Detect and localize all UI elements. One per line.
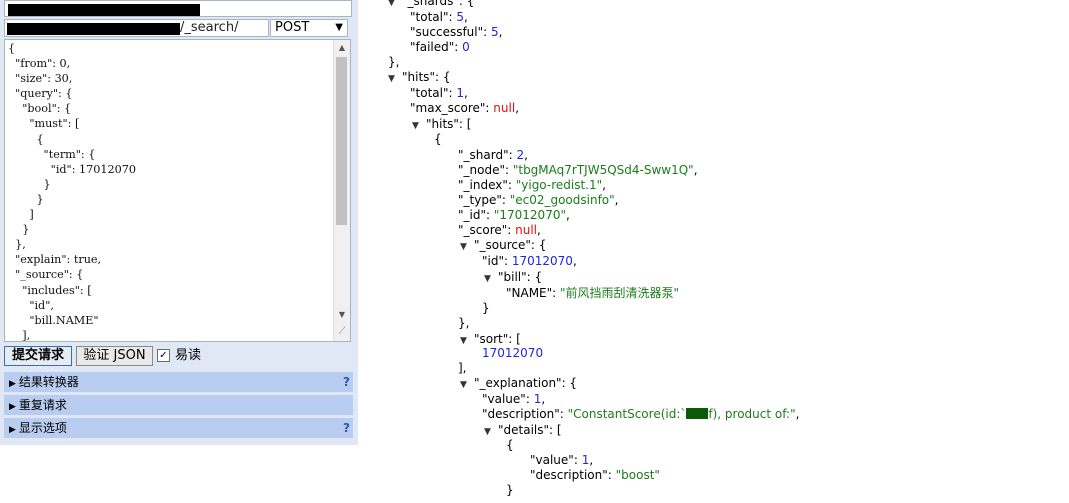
request-path-text: /_search/ — [180, 20, 239, 35]
json-row: ], — [458, 361, 467, 375]
scrollbar-thumb[interactable] — [336, 57, 347, 225]
collapse-toggle-icon[interactable]: ▼ — [388, 72, 402, 87]
json-row: "total": 5, — [410, 10, 468, 24]
validate-json-button[interactable]: 验证 JSON — [76, 346, 153, 366]
http-method-select[interactable]: POST ▼ — [270, 19, 348, 37]
submit-request-button[interactable]: 提交请求 — [4, 346, 72, 366]
scroll-down-arrow-icon[interactable]: ▼ — [334, 307, 350, 323]
binary-glyph-icon — [686, 408, 709, 419]
json-row: "_node": "tbgMAq7rTJW5QSd4-Sww1Q", — [458, 163, 698, 177]
collapse-toggle-icon[interactable]: ▼ — [484, 272, 498, 287]
collapse-toggle-icon[interactable]: ▼ — [460, 378, 474, 393]
redacted-host — [8, 4, 200, 16]
resize-grip-icon[interactable]: ⟋ — [335, 326, 349, 340]
json-source-row: ▼ "_source": { — [460, 238, 546, 255]
chevron-down-icon: ▼ — [335, 22, 343, 33]
help-icon[interactable]: ? — [343, 418, 350, 438]
triangle-right-icon: ▶ — [9, 379, 16, 389]
section-label: 重复请求 — [18, 398, 67, 412]
json-row: { — [434, 132, 442, 146]
json-row: "description": "ConstantScore(id:` f), pr… — [482, 407, 800, 421]
json-row: } — [482, 301, 490, 315]
pretty-print-toggle[interactable]: ✓ 易读 — [157, 348, 201, 364]
json-row: "_id": "17012070", — [458, 208, 570, 222]
response-json-viewer: ▼ "_shards": { "total": 5, "successful": … — [386, 0, 1069, 503]
json-row: "_score": null, — [458, 223, 541, 237]
json-row: "failed": 0 — [410, 40, 470, 54]
triangle-right-icon: ▶ — [9, 402, 16, 412]
json-row: "value": 1, — [530, 453, 594, 467]
request-path-input[interactable]: /_search/ — [4, 19, 269, 37]
checkbox-checked-icon[interactable]: ✓ — [157, 349, 170, 362]
help-icon[interactable]: ? — [343, 372, 350, 392]
json-row: "_shard": 2, — [458, 148, 528, 162]
collapse-toggle-icon[interactable]: ▼ — [460, 240, 474, 255]
collapse-toggle-icon[interactable]: ▼ — [484, 425, 498, 440]
json-hits-array-row: ▼ "hits": [ — [412, 117, 471, 134]
request-panel: /_search/ POST ▼ { "from": 0, "size": 30… — [0, 0, 358, 445]
json-row: }, — [388, 55, 400, 69]
collapse-toggle-icon[interactable]: ▼ — [460, 334, 474, 349]
json-row: } — [506, 483, 514, 497]
json-row: "successful": 5, — [410, 25, 503, 39]
json-row: "value": 1, — [482, 392, 546, 406]
section-repeat-request[interactable]: ▶ 重复请求 — [4, 395, 353, 415]
json-details-row: ▼ "details": [ — [484, 423, 562, 440]
http-method-value: POST — [275, 20, 310, 35]
json-row: "_type": "ec02_goodsinfo", — [458, 193, 619, 207]
json-row: { — [506, 438, 514, 452]
json-hits-row: ▼ "hits": { — [388, 70, 450, 87]
json-row: "description": "boost" — [530, 468, 660, 482]
request-body-editor[interactable]: { "from": 0, "size": 30, "query": { "boo… — [4, 39, 351, 342]
editor-scrollbar[interactable]: ▲ ▼ ⟋ — [333, 40, 350, 341]
collapse-toggle-icon[interactable]: ▼ — [388, 0, 402, 11]
triangle-right-icon: ▶ — [9, 425, 16, 435]
pretty-print-label: 易读 — [175, 348, 202, 363]
json-row: "NAME": "前风挡雨刮清洗器泵" — [506, 286, 680, 300]
section-display-options[interactable]: ▶ 显示选项 ? — [4, 418, 353, 438]
json-row: "id": 17012070, — [482, 254, 577, 268]
json-explanation-row: ▼ "_explanation": { — [460, 376, 577, 393]
json-row: }, — [458, 316, 470, 330]
section-label: 显示选项 — [18, 421, 67, 435]
json-row: "max_score": null, — [410, 101, 520, 115]
json-row: "_index": "yigo-redist.1", — [458, 178, 606, 192]
json-bill-row: ▼ "bill": { — [484, 270, 542, 287]
json-row: "total": 1, — [410, 86, 468, 100]
json-row: 17012070 — [482, 346, 544, 360]
host-url-input[interactable] — [4, 0, 352, 17]
section-label: 结果转换器 — [18, 375, 79, 389]
redacted-path-prefix — [7, 23, 180, 35]
scroll-up-arrow-icon[interactable]: ▲ — [334, 40, 350, 56]
section-result-transformer[interactable]: ▶ 结果转换器 ? — [4, 372, 353, 392]
request-body-text: { "from": 0, "size": 30, "query": { "boo… — [8, 42, 136, 342]
collapse-toggle-icon[interactable]: ▼ — [412, 119, 426, 134]
